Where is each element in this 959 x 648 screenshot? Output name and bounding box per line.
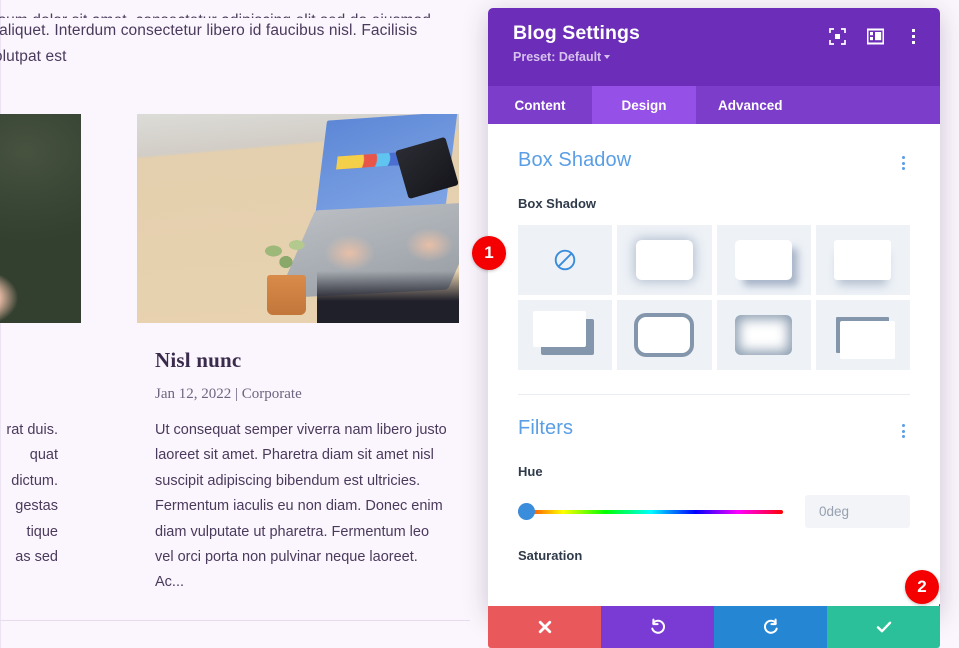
no-shadow-icon (554, 249, 576, 271)
preset-selector[interactable]: Preset: Default (513, 50, 640, 64)
shadow-preview (840, 321, 896, 359)
preset-label: Preset: Default (513, 50, 602, 64)
modal-action-bar (488, 606, 940, 648)
intro-visible-line: a aliquet. Interdum consectetur libero i… (0, 22, 418, 65)
hue-value-input[interactable]: 0deg (805, 495, 910, 528)
box-shadow-option-preset-7[interactable] (815, 300, 910, 370)
undo-button[interactable] (601, 606, 714, 648)
box-shadow-section-title: Box Shadow (518, 149, 632, 171)
shadow-preview (735, 315, 793, 355)
view-layout-icon[interactable] (866, 27, 884, 45)
modal-header: Blog Settings Preset: Default (488, 8, 940, 86)
shadow-preview (735, 240, 793, 280)
more-options-icon[interactable] (904, 27, 922, 45)
hands-art (317, 222, 459, 323)
box-shadow-option-preset-4[interactable] (518, 300, 613, 370)
box-shadow-preset-grid (518, 225, 910, 370)
box-shadow-option-preset-5[interactable] (617, 300, 712, 370)
box-shadow-section-head: Box Shadow (518, 149, 910, 172)
filters-section: Filters Hue 0deg Saturation (488, 395, 940, 563)
post-excerpt: Ut consequat semper viverra nam libero j… (155, 422, 447, 591)
hue-slider[interactable] (518, 503, 783, 521)
close-icon (538, 620, 551, 634)
left-column-text-fragment: rat duis. quat dictum. gestas tique as s… (0, 418, 58, 570)
potted-plant-art (256, 231, 317, 315)
shadow-preview (635, 240, 693, 280)
undo-icon (650, 618, 665, 634)
box-shadow-option-preset-1[interactable] (617, 225, 712, 295)
filters-section-head: Filters (518, 417, 910, 440)
modal-header-titles: Blog Settings Preset: Default (513, 21, 640, 64)
shadow-preview (638, 317, 691, 353)
laptop-photo-art (137, 114, 459, 323)
fragment-line: gestas (15, 498, 58, 515)
fragment-line: quat (29, 447, 58, 464)
box-shadow-option-preset-6[interactable] (716, 300, 811, 370)
callout-badge-2: 2 (905, 570, 939, 604)
chevron-down-icon (604, 55, 611, 59)
redo-icon (763, 618, 778, 634)
person-photo-art (0, 114, 81, 323)
tab-advanced[interactable]: Advanced (696, 86, 805, 124)
filters-options-icon[interactable] (896, 422, 910, 440)
fragment-line: tique (26, 523, 58, 540)
shadow-preview (834, 240, 892, 280)
box-shadow-field-label: Box Shadow (518, 196, 597, 211)
tab-content[interactable]: Content (488, 86, 592, 124)
post-title: Nisl nunc (155, 348, 242, 372)
laptop-on-desk-photo (137, 114, 459, 323)
cancel-button[interactable] (488, 606, 601, 648)
shadow-preview (532, 311, 586, 347)
blog-settings-modal: Blog Settings Preset: Default Content De… (488, 8, 940, 648)
modal-body: Box Shadow Box Shadow Filters Hue 0deg S… (488, 124, 940, 612)
filters-section-title: Filters (518, 417, 574, 439)
save-button[interactable] (827, 606, 940, 648)
hue-field-label: Hue (518, 464, 543, 479)
modal-header-actions (828, 27, 922, 45)
hue-slider-track (518, 509, 783, 514)
hue-slider-row: 0deg (518, 495, 910, 528)
person-with-pen-photo (0, 114, 81, 323)
focus-mode-icon[interactable] (828, 27, 846, 45)
hue-slider-handle[interactable] (518, 503, 535, 520)
box-shadow-option-preset-2[interactable] (716, 225, 811, 295)
check-icon (876, 621, 891, 633)
intro-paragraph: ipsum dolor sit amet, consectetur adipis… (0, 8, 456, 70)
box-shadow-option-none[interactable] (518, 225, 613, 295)
box-shadow-section: Box Shadow Box Shadow (488, 124, 940, 395)
saturation-field-label: Saturation (518, 548, 583, 563)
callout-badge-1: 1 (472, 236, 506, 270)
redo-button[interactable] (714, 606, 827, 648)
fragment-line: as sed (15, 549, 58, 566)
box-shadow-option-preset-3[interactable] (815, 225, 910, 295)
page-title: Blog Settings (513, 22, 640, 44)
page-bottom-divider (0, 620, 470, 621)
modal-tab-bar: Content Design Advanced (488, 86, 940, 124)
fragment-line: rat duis. (6, 422, 58, 438)
fragment-line: dictum. (11, 472, 58, 489)
tab-design[interactable]: Design (592, 86, 696, 124)
intro-clipped-line: ipsum dolor sit amet, consectetur adipis… (0, 8, 456, 18)
post-meta: Jan 12, 2022 | Corporate (155, 386, 302, 402)
box-shadow-options-icon[interactable] (896, 154, 910, 172)
